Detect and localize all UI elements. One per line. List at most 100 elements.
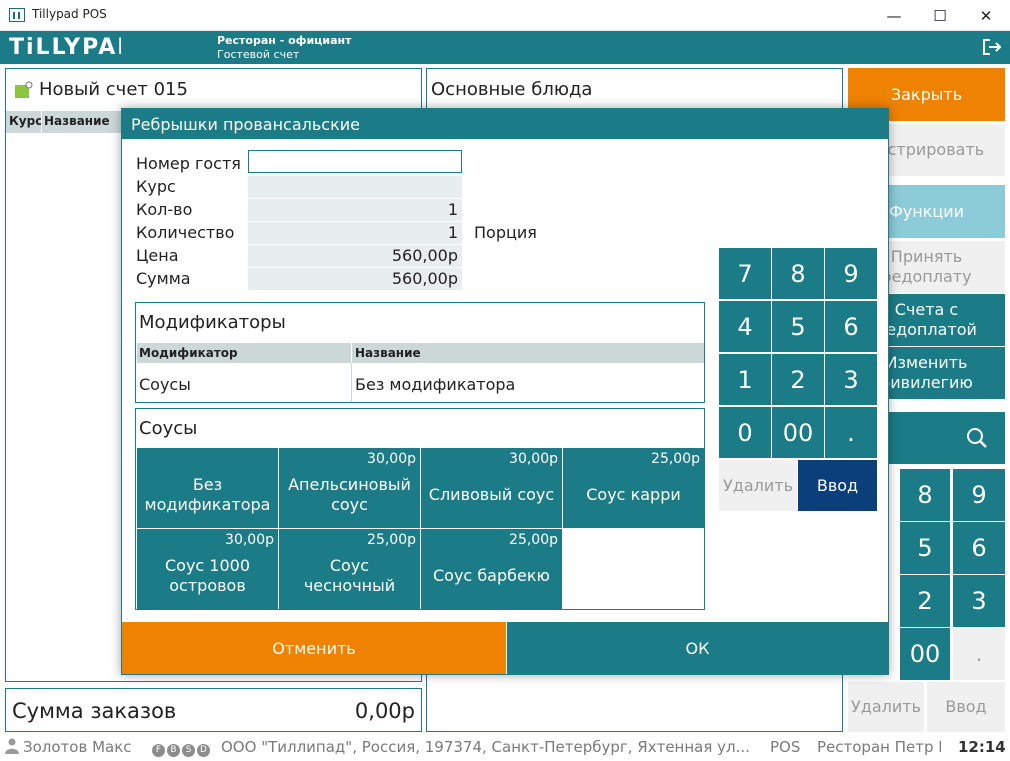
col-divider [351,343,352,363]
status-pos: POS [770,738,801,756]
modifier-row-name: Без модификатора [355,375,516,394]
right-key-8[interactable]: 8 [900,469,950,521]
course-label: Курс [136,177,176,196]
key-8[interactable]: 8 [772,248,824,299]
sauce-price: 25,00р [367,532,416,548]
right-key-9[interactable]: 9 [953,469,1005,521]
key-7[interactable]: 7 [719,248,771,299]
keypad-enter-button[interactable]: Ввод [798,460,877,511]
order-sum-panel: Сумма заказов 0,00р [5,688,422,732]
column-course: Курс [9,114,43,128]
row-divider [351,363,352,402]
cancel-button[interactable]: Отменить [122,622,506,674]
status-badges: FBSD [152,739,212,757]
badge-s: S [182,744,195,757]
sauce-price: 25,00р [651,451,700,467]
sauce-orange[interactable]: 30,00р Апельсиновый соус [279,448,420,528]
column-name: Название [44,114,110,128]
dialog-title: Ребрышки провансальские [122,109,888,139]
minimize-button[interactable]: — [871,0,917,31]
status-restaurant: Ресторан Петр I [817,738,941,756]
sauce-barbecue[interactable]: 25,00р Соус барбекю [421,529,562,609]
price-value: 560,00р [248,245,462,267]
maximize-button[interactable]: ☐ [917,0,963,31]
guest-number-label: Номер гостя [136,154,241,173]
sauce-name: Соус 1000 островов [164,556,251,595]
sauce-name: Соус карри [586,485,681,504]
right-key-3[interactable]: 3 [953,575,1005,627]
col-name: Название [355,346,421,360]
sum-label: Сумма [136,269,191,288]
right-enter-button[interactable]: Ввод [927,682,1005,732]
course-value[interactable] [248,176,462,198]
right-key-2[interactable]: 2 [900,575,950,627]
sauces-box: Соусы Без модификатора 30,00р Апельсинов… [135,408,705,610]
order-sum-value: 0,00р [354,699,415,723]
order-sum-label: Сумма заказов [12,699,177,723]
sauce-price: 25,00р [509,532,558,548]
key-0[interactable]: 0 [719,407,771,458]
quantity-label: Количество [136,223,235,242]
sauce-none[interactable]: Без модификатора [137,448,278,528]
app-icon [9,8,25,22]
qty-label: Кол-во [136,200,193,219]
key-9[interactable]: 9 [825,248,877,299]
sauce-plum[interactable]: 30,00р Сливовый соус [421,448,562,528]
bill-note-icon [15,81,33,98]
status-bar: Золотов Макс FBSD ООО "Тиллипад", Россия… [0,733,1010,761]
sauce-garlic[interactable]: 25,00р Соус чесночный [279,529,420,609]
bill-title: Новый счет 015 [39,79,188,100]
qty-value[interactable]: 1 [248,199,462,221]
sauces-title: Соусы [139,418,198,439]
sauce-curry[interactable]: 25,00р Соус карри [563,448,704,528]
badge-f: F [152,744,165,757]
price-label: Цена [136,246,179,265]
badge-d: D [197,744,210,757]
user-icon [5,738,19,754]
logout-icon[interactable] [982,38,1002,56]
sauce-name: Сливовый соус [428,485,555,504]
header-mode: Ресторан - официант [217,34,352,47]
sauce-name: Апельсиновый соус [288,475,411,514]
sauce-name: Без модификатора [144,475,271,514]
sauce-price: 30,00р [509,451,558,467]
key-5[interactable]: 5 [772,301,824,352]
key-dot[interactable]: . [825,407,877,458]
right-key-dot[interactable]: . [953,628,1005,680]
key-6[interactable]: 6 [825,301,877,352]
sauce-price: 30,00р [367,451,416,467]
col-modifier: Модификатор [139,346,238,360]
tillypad-logo: TiLLYPAD [9,34,135,66]
key-1[interactable]: 1 [719,354,771,405]
window-titlebar: Tillypad POS — ☐ ✕ [0,0,1010,31]
right-key-5[interactable]: 5 [900,522,950,574]
key-3[interactable]: 3 [825,354,877,405]
tillypad-logo-mark: TiLLYPAD [9,35,135,60]
key-00[interactable]: 00 [772,407,824,458]
modifier-row[interactable]: Соусы Без модификатора [137,363,704,402]
close-window-button[interactable]: ✕ [963,0,1009,31]
right-key-00[interactable]: 00 [900,628,950,680]
guest-number-input[interactable] [248,150,462,173]
modifier-dialog: Ребрышки провансальские Номер гостя Курс… [121,108,889,675]
sauce-price: 30,00р [225,532,274,548]
logo-text: TiLLYPAD [9,35,121,60]
quantity-value[interactable]: 1 [248,222,462,244]
ok-button[interactable]: ОК [507,622,888,674]
sauce-name: Соус барбекю [433,566,550,585]
status-time: 12:14 [958,738,1006,756]
status-organization: ООО "Тиллипад", Россия, 197374, Санкт-Пе… [221,738,750,756]
modifiers-title: Модификаторы [139,312,286,333]
keypad-delete-button[interactable]: Удалить [719,460,797,511]
unit-label: Порция [474,223,537,242]
key-2[interactable]: 2 [772,354,824,405]
sum-value: 560,00р [248,268,462,290]
right-key-6[interactable]: 6 [953,522,1005,574]
sauce-thousand-island[interactable]: 30,00р Соус 1000 островов [137,529,278,609]
right-delete-button[interactable]: Удалить [848,682,924,732]
column-divider [41,111,42,133]
badge-b: B [167,744,180,757]
sauce-name: Соус чесночный [303,556,396,595]
key-4[interactable]: 4 [719,301,771,352]
header-subtitle: Гостевой счет [217,48,300,61]
